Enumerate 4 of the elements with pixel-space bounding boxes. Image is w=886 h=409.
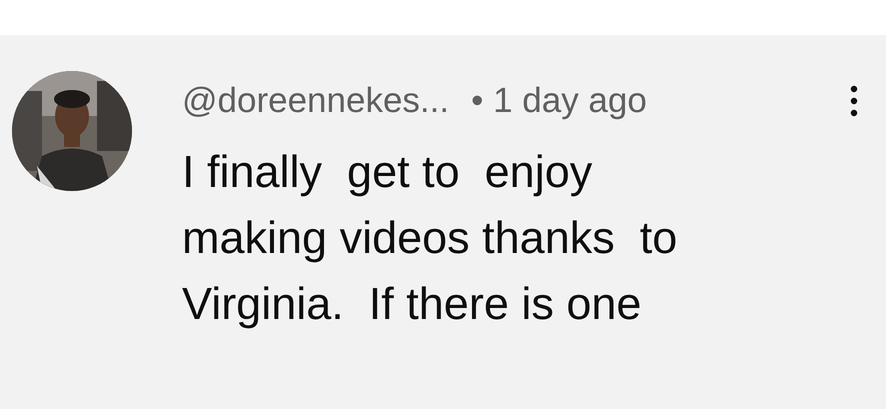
timestamp: • 1 day ago — [471, 81, 647, 121]
username[interactable]: @doreennekes... — [182, 81, 450, 121]
more-options-icon[interactable] — [850, 83, 858, 119]
comment-text: I finally get to enjoy making videos thanks to Virginia. If there is one — [182, 145, 678, 331]
